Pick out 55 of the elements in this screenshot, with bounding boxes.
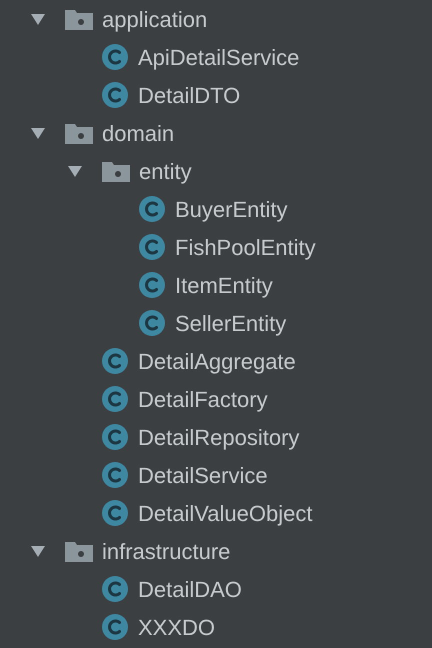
folder-icon [64, 121, 94, 145]
tree-row[interactable]: DetailService [67, 456, 432, 494]
tree-row[interactable]: BuyerEntity [104, 190, 432, 228]
class-label: DetailDTO [138, 82, 240, 110]
class-icon [101, 81, 129, 109]
class-label: ItemEntity [175, 272, 273, 300]
class-label: XXXDO [138, 614, 216, 642]
class-icon [101, 613, 129, 641]
class-icon [101, 347, 129, 375]
tree-row[interactable]: domain [30, 114, 432, 152]
class-icon [101, 461, 129, 489]
tree-row[interactable]: entity [67, 152, 432, 190]
class-label: FishPoolEntity [175, 234, 316, 262]
tree-row[interactable]: DetailAggregate [67, 342, 432, 380]
class-icon [138, 195, 166, 223]
class-label: DetailAggregate [138, 348, 296, 376]
tree-row[interactable]: ApiDetailService [67, 38, 432, 76]
class-icon [101, 423, 129, 451]
class-label: DetailValueObject [138, 500, 312, 528]
tree-row[interactable]: XXXDO [67, 608, 432, 646]
tree-row[interactable]: SellerEntity [104, 304, 432, 342]
class-icon [101, 499, 129, 527]
expanded-arrow-icon[interactable] [30, 11, 46, 27]
class-label: DetailDAO [138, 576, 242, 604]
tree-row[interactable]: FishPoolEntity [104, 228, 432, 266]
tree-row[interactable]: application [30, 0, 432, 38]
tree-row[interactable]: DetailDTO [67, 76, 432, 114]
folder-icon [64, 539, 94, 563]
tree-row[interactable]: DetailRepository [67, 418, 432, 456]
tree-row[interactable]: DetailFactory [67, 380, 432, 418]
folder-label: application [102, 6, 208, 34]
class-icon [138, 233, 166, 261]
folder-label: domain [102, 120, 174, 148]
class-icon [138, 309, 166, 337]
class-label: DetailFactory [138, 386, 268, 414]
expanded-arrow-icon[interactable] [30, 125, 46, 141]
tree-row[interactable]: DetailValueObject [67, 494, 432, 532]
folder-icon [101, 159, 131, 183]
folder-icon [64, 7, 94, 31]
class-icon [101, 575, 129, 603]
folder-label: entity [139, 158, 192, 186]
class-icon [101, 385, 129, 413]
class-label: SellerEntity [175, 310, 286, 338]
class-label: DetailRepository [138, 424, 300, 452]
expanded-arrow-icon[interactable] [30, 543, 46, 559]
class-label: DetailService [138, 462, 268, 490]
tree-row[interactable]: DetailDAO [67, 570, 432, 608]
tree-row[interactable]: ItemEntity [104, 266, 432, 304]
class-label: ApiDetailService [138, 44, 300, 72]
class-label: BuyerEntity [175, 196, 288, 224]
folder-label: infrastructure [102, 538, 230, 566]
class-icon [101, 43, 129, 71]
expanded-arrow-icon[interactable] [67, 163, 83, 179]
class-icon [138, 271, 166, 299]
tree-row[interactable]: infrastructure [30, 532, 432, 570]
